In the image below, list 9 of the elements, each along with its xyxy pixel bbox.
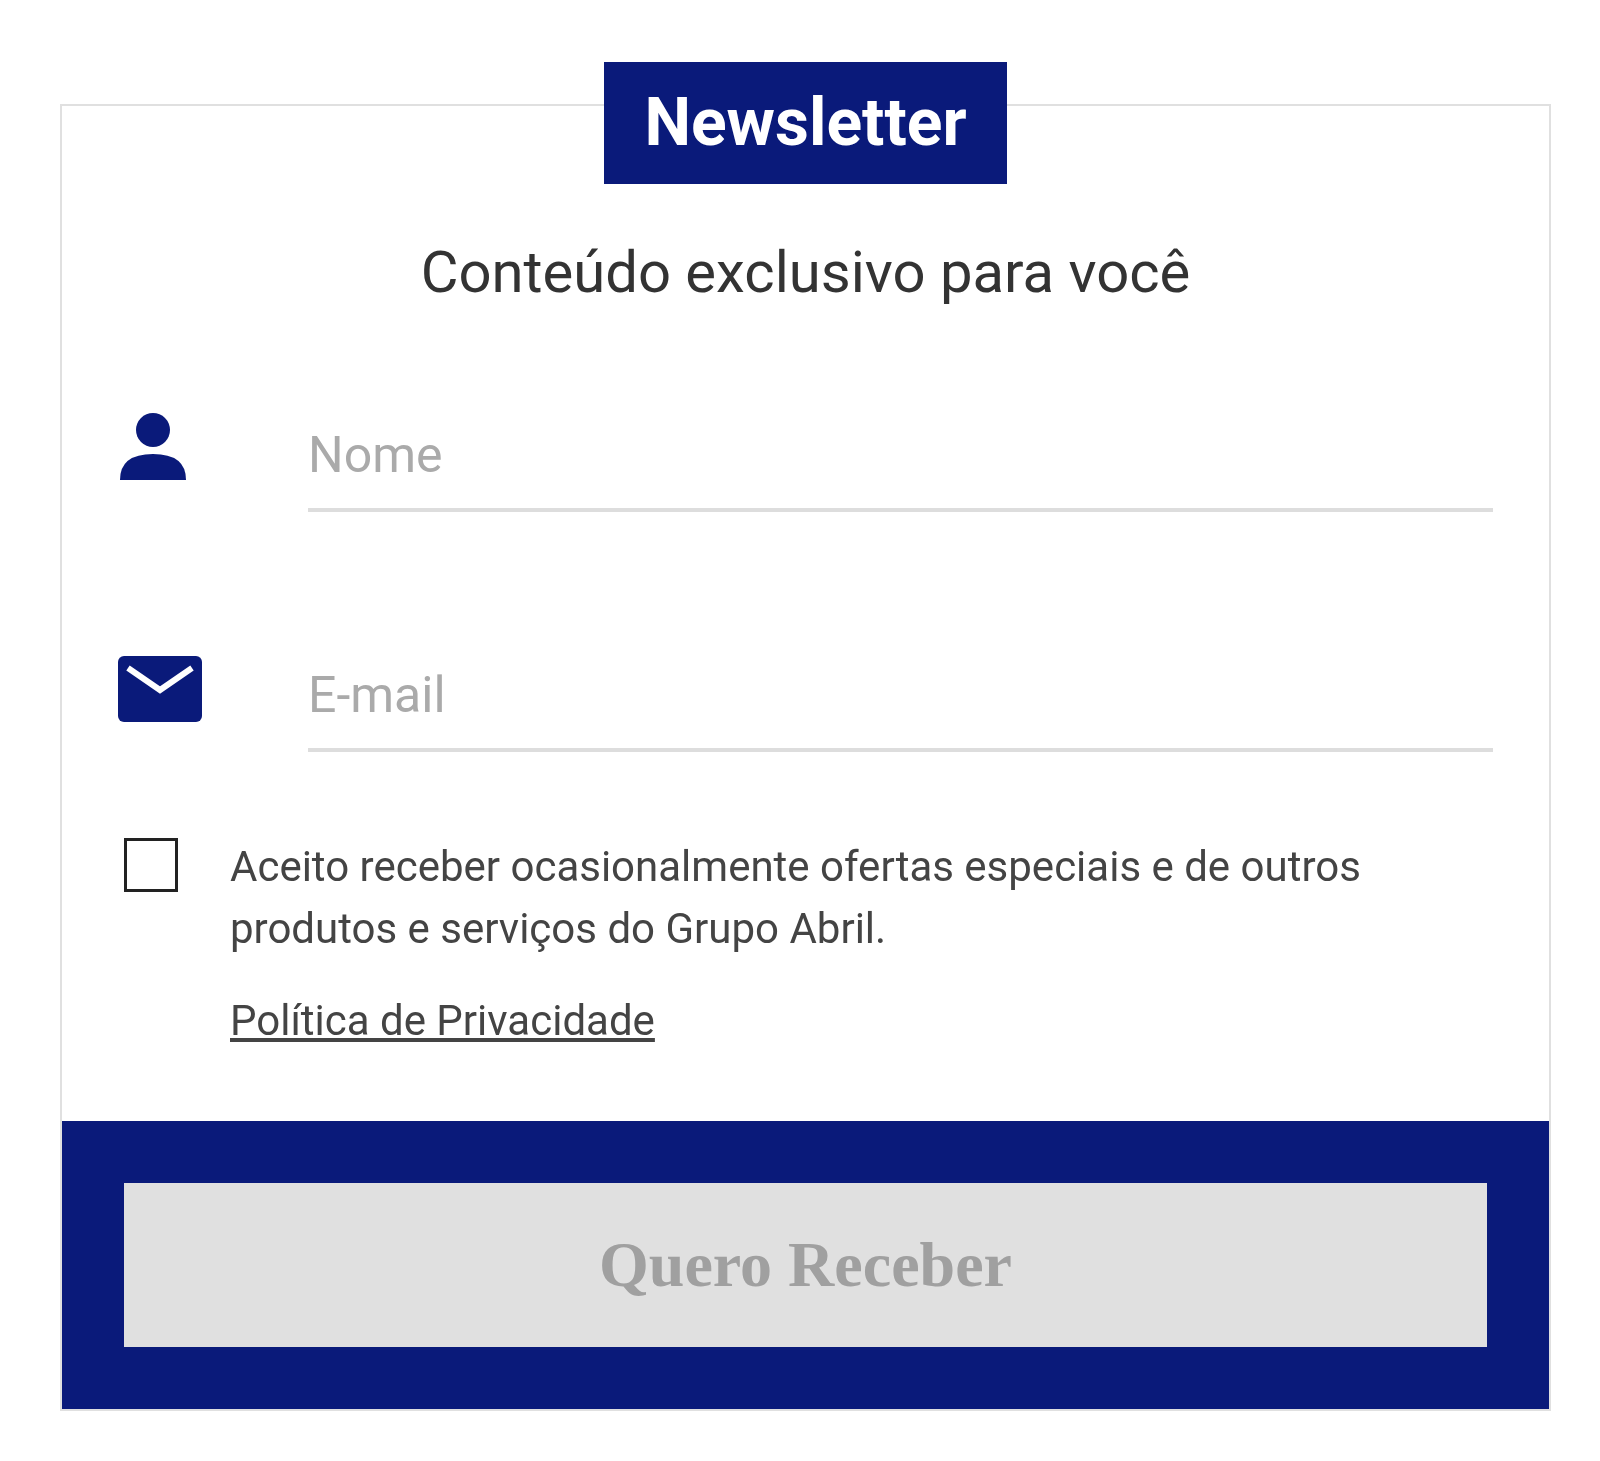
privacy-policy-link[interactable]: Política de Privacidade	[230, 996, 655, 1046]
consent-text: Aceito receber ocasionalmente ofertas especiais e de outros produtos e serviços do Grupo Abril.	[230, 841, 1362, 955]
input-field[interactable]: E-mail	[308, 642, 1493, 752]
envelope-icon	[118, 656, 202, 722]
consent-checkbox[interactable]	[124, 838, 178, 892]
subtitle: Conteúdo exclusivo para você	[420, 237, 1191, 308]
input-field[interactable]: Nome	[308, 402, 1493, 512]
newsletter-title: Newsletter	[604, 62, 1007, 184]
person-icon	[118, 412, 188, 482]
